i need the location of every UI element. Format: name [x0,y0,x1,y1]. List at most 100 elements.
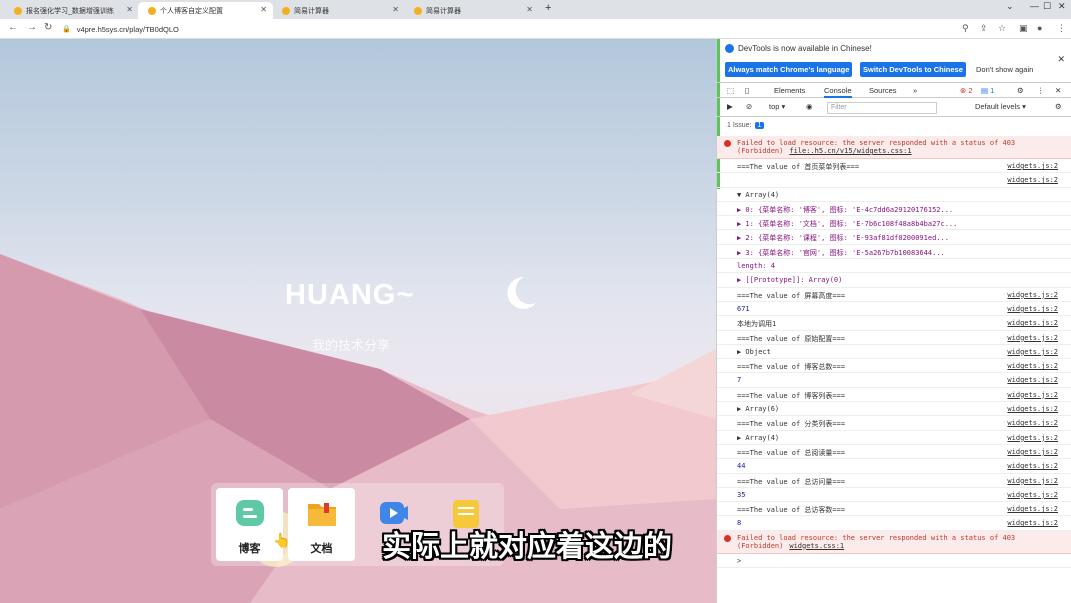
source-link[interactable]: widgets.js:2 [1007,176,1058,184]
console-row[interactable]: ===The value of 原始配置=== widgets.js:2 [717,331,1071,345]
close-icon[interactable]: ✕ [1057,54,1065,65]
message-count: 1 [990,86,995,95]
source-link[interactable]: widgets.js:2 [1007,491,1058,499]
reload-icon[interactable]: ↻ [44,22,52,33]
source-link[interactable]: file:.h5.cn/v15/widgets.css:1 [789,147,911,155]
console-row[interactable]: ===The value of 总访问量=== widgets.js:2 [717,474,1071,488]
console-error-row[interactable]: Failed to load resource: the server resp… [717,136,1071,159]
console-row[interactable]: 7 widgets.js:2 [717,373,1071,388]
share-icon[interactable]: ⇪ [980,23,988,34]
clear-console-icon[interactable]: ⊘ [746,102,752,111]
console-row[interactable]: ===The value of 屏幕高度=== widgets.js:2 [717,288,1071,302]
console-row[interactable]: widgets.js:2 [717,173,1071,188]
console-settings-icon[interactable]: ⚙ [1055,102,1062,111]
eye-icon[interactable]: ◉ [806,102,813,111]
dont-show-button[interactable]: Don't show again [973,62,1036,77]
star-icon[interactable]: ☆ [998,23,1006,34]
source-link[interactable]: widgets.js:2 [1007,348,1058,356]
device-icon[interactable]: ▯ [745,86,749,95]
sidepanel-icon[interactable]: ▣ [1019,23,1028,34]
source-link[interactable]: widgets.js:2 [1007,462,1058,470]
source-link[interactable]: widgets.js:2 [1007,334,1058,342]
console-row[interactable]: ▼ Array(4) [717,188,1071,202]
console-row[interactable]: ===The value of 分类列表=== widgets.js:2 [717,416,1071,431]
console-row[interactable]: ▶ Array(4) widgets.js:2 [717,431,1071,445]
filter-input[interactable]: Filter [827,102,937,114]
source-link[interactable]: widgets.js:2 [1007,319,1058,327]
console-row[interactable]: ▶ [[Prototype]]: Array(0) [717,273,1071,288]
console-row[interactable]: 35 widgets.js:2 [717,488,1071,503]
console-row[interactable]: length: 4 [717,259,1071,274]
maximize-button[interactable]: ☐ [1043,1,1051,12]
source-link[interactable]: widgets.js:2 [1007,291,1058,299]
context-select[interactable]: top ▾ [769,102,785,111]
profile-icon[interactable]: ● [1037,23,1042,33]
minimize-button[interactable]: — [1030,1,1039,11]
console-row[interactable]: > [717,554,1071,569]
settings-icon[interactable]: ⚙ [1017,86,1024,95]
console-row[interactable]: ▶ 1: {菜单名称: '文档', 图标: 'E-7b6c108f48a8b4b… [717,216,1071,231]
console-row[interactable]: ▶ Object widgets.js:2 [717,345,1071,360]
tab-elements[interactable]: Elements [774,86,805,95]
close-icon[interactable]: ✕ [526,5,533,14]
tab-search-icon[interactable]: ⌄ [1006,1,1014,12]
console-row[interactable]: ▶ 2: {菜单名称: '课程', 图标: 'E-93af81df0200091… [717,230,1071,245]
moon-icon[interactable] [500,273,540,313]
console-row[interactable]: ===The value of 博客列表=== widgets.js:2 [717,388,1071,403]
tab-console[interactable]: Console [824,86,852,98]
new-tab-button[interactable]: + [545,2,551,14]
error-count-badge[interactable]: ⊗ 2 [960,86,973,95]
dock-item-docs[interactable]: 文档 [288,488,355,561]
source-link[interactable]: widgets.js:2 [1007,162,1058,170]
browser-tab-active[interactable]: 个人博客自定义配置 ✕ [138,2,273,19]
close-devtools-icon[interactable]: ✕ [1055,86,1061,95]
console-row[interactable]: 44 widgets.js:2 [717,459,1071,474]
source-link[interactable]: widgets.js:2 [1007,362,1058,370]
console-row[interactable]: ▶ 3: {菜单名称: '官网', 图标: 'E-5a267b7b1008364… [717,245,1071,260]
tab-more[interactable]: » [913,86,917,95]
browser-tab[interactable]: 简易计算器 ✕ [404,2,539,19]
console-row[interactable]: ===The value of 首页菜单列表=== widgets.js:2 [717,159,1071,174]
console-error-row[interactable]: Failed to load resource: the server resp… [717,530,1071,554]
browser-tab[interactable]: 报名强化学习_数据增强训练 ✕ [4,2,139,19]
match-language-button[interactable]: Always match Chrome's language [725,62,853,77]
more-menu-icon[interactable]: ⋮ [1037,86,1045,95]
close-icon[interactable]: ✕ [392,5,399,14]
inspect-icon[interactable]: ⬚ [727,86,734,95]
back-icon[interactable]: ← [8,22,18,33]
source-link[interactable]: widgets.js:2 [1007,376,1058,384]
issues-bar[interactable]: 1 Issue: 1 [727,122,765,129]
source-link[interactable]: widgets.js:2 [1007,477,1058,485]
console-row[interactable]: 8 widgets.js:2 [717,516,1071,531]
source-link[interactable]: widgets.js:2 [1007,419,1058,427]
console-row[interactable]: ===The value of 总阅读量=== widgets.js:2 [717,445,1071,460]
dock-item-blog[interactable]: 博客 [216,488,283,561]
levels-select[interactable]: Default levels ▾ [975,102,1026,111]
console-row[interactable]: 671 widgets.js:2 [717,302,1071,317]
console-row[interactable]: 本地为调用1 widgets.js:2 [717,316,1071,331]
tab-sources[interactable]: Sources [869,86,897,95]
source-link[interactable]: widgets.js:2 [1007,505,1058,513]
switch-language-button[interactable]: Switch DevTools to Chinese [860,62,966,77]
source-link[interactable]: widgets.js:2 [1007,391,1058,399]
source-link[interactable]: widgets.js:2 [1007,305,1058,313]
source-link[interactable]: widgets.js:2 [1007,448,1058,456]
console-row[interactable]: ▶ 0: {菜单名称: '博客', 图标: 'E-4c7dd6a29120176… [717,202,1071,217]
source-link[interactable]: widgets.css:1 [789,542,844,550]
browser-tab[interactable]: 简易计算器 ✕ [272,2,405,19]
forward-icon[interactable]: → [27,22,37,33]
console-row[interactable]: ===The value of 总访客数=== widgets.js:2 [717,502,1071,517]
source-link[interactable]: widgets.js:2 [1007,434,1058,442]
console-row[interactable]: ▶ Array(6) widgets.js:2 [717,402,1071,417]
source-link[interactable]: widgets.js:2 [1007,519,1058,527]
message-count-badge[interactable]: ▤ 1 [981,86,994,95]
zoom-icon[interactable]: ⚲ [962,23,969,34]
sidebar-toggle-icon[interactable]: ▶ [727,102,733,111]
close-icon[interactable]: ✕ [126,5,133,14]
source-link[interactable]: widgets.js:2 [1007,405,1058,413]
address-bar[interactable]: 🔒 v4pre.h5sys.cn/play/TB0dQLO [62,21,952,37]
close-icon[interactable]: ✕ [260,5,267,14]
menu-icon[interactable]: ⋮ [1057,23,1066,34]
console-row[interactable]: ===The value of 博客总数=== widgets.js:2 [717,359,1071,374]
close-window-button[interactable]: ✕ [1058,1,1066,12]
